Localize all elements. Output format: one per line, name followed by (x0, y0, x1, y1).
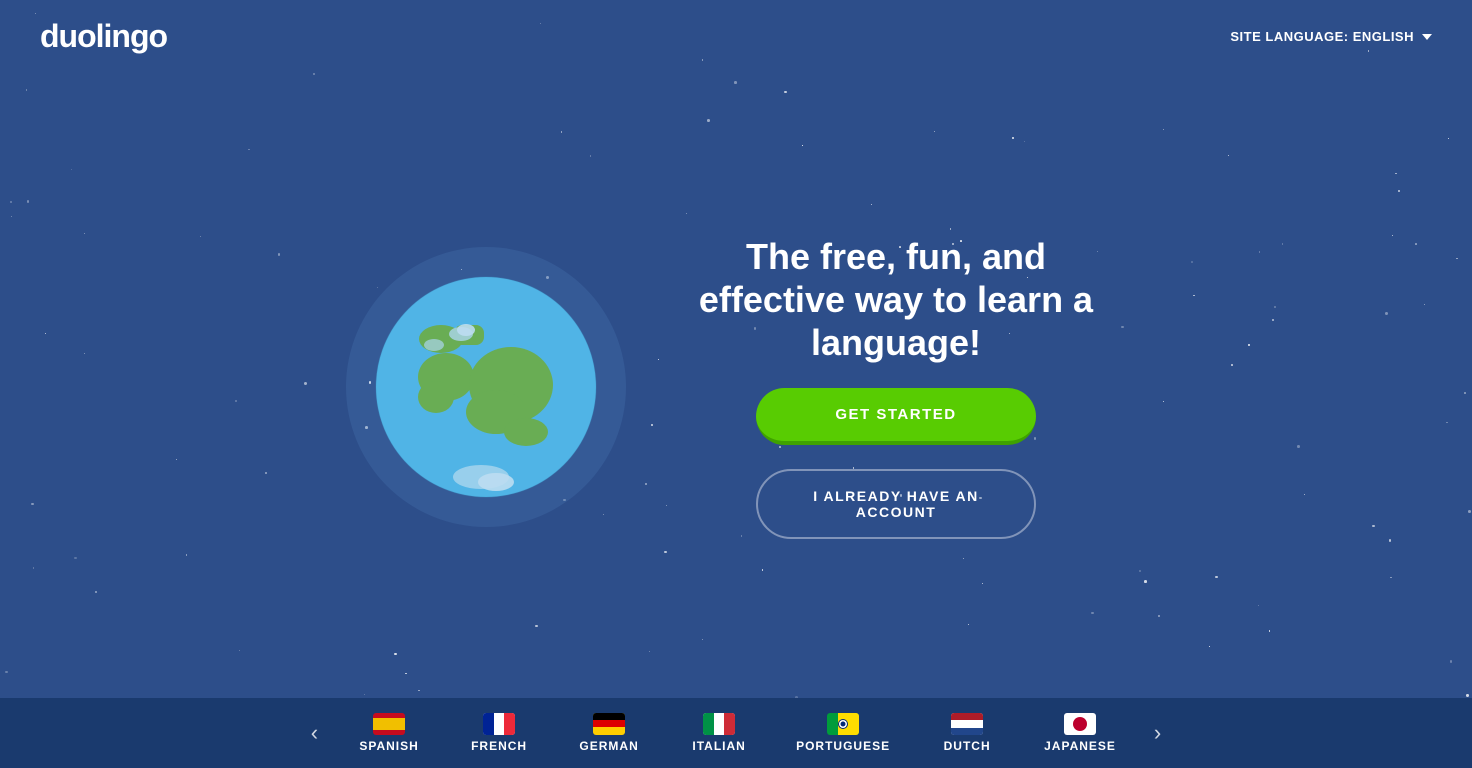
get-started-button[interactable]: GET STARTED (756, 388, 1036, 445)
globe-container (366, 267, 606, 507)
globe-glow (346, 247, 626, 527)
chevron-down-icon (1422, 34, 1432, 40)
french-flag (483, 713, 515, 735)
french-label: FRENCH (471, 739, 527, 753)
header: duolingo SITE LANGUAGE: ENGLISH (0, 0, 1472, 73)
japanese-label: JAPANESE (1044, 739, 1116, 753)
language-item-italian[interactable]: ITALIAN (664, 713, 774, 753)
tagline: The free, fun, and effective way to lear… (686, 235, 1106, 365)
logo: duolingo (40, 18, 167, 55)
site-language-selector[interactable]: SITE LANGUAGE: ENGLISH (1230, 29, 1432, 44)
site-language-label: SITE LANGUAGE: ENGLISH (1230, 29, 1414, 44)
language-item-spanish[interactable]: SPANISH (334, 713, 444, 753)
language-list: SPANISH FRENCH GERMAN (334, 713, 1138, 753)
spanish-label: SPANISH (359, 739, 418, 753)
german-label: GERMAN (579, 739, 638, 753)
language-item-french[interactable]: FRENCH (444, 713, 554, 753)
language-item-dutch[interactable]: DUTCH (912, 713, 1022, 753)
next-language-button[interactable]: › (1138, 720, 1177, 746)
dutch-label: DUTCH (944, 739, 991, 753)
language-item-portuguese[interactable]: PORTUGUESE (774, 713, 912, 753)
prev-language-button[interactable]: ‹ (295, 720, 334, 746)
main-content: The free, fun, and effective way to lear… (0, 73, 1472, 701)
italian-flag (703, 713, 735, 735)
spanish-flag (373, 713, 405, 735)
japanese-flag (1064, 713, 1096, 735)
german-flag (593, 713, 625, 735)
language-item-german[interactable]: GERMAN (554, 713, 664, 753)
language-item-japanese[interactable]: JAPANESE (1022, 713, 1138, 753)
have-account-button[interactable]: I ALREADY HAVE AN ACCOUNT (756, 469, 1036, 539)
italian-label: ITALIAN (692, 739, 745, 753)
right-panel: The free, fun, and effective way to lear… (686, 235, 1106, 540)
portuguese-flag (827, 713, 859, 735)
footer-language-bar: ‹ SPANISH FRENCH (0, 698, 1472, 768)
portuguese-label: PORTUGUESE (796, 739, 890, 753)
dutch-flag (951, 713, 983, 735)
